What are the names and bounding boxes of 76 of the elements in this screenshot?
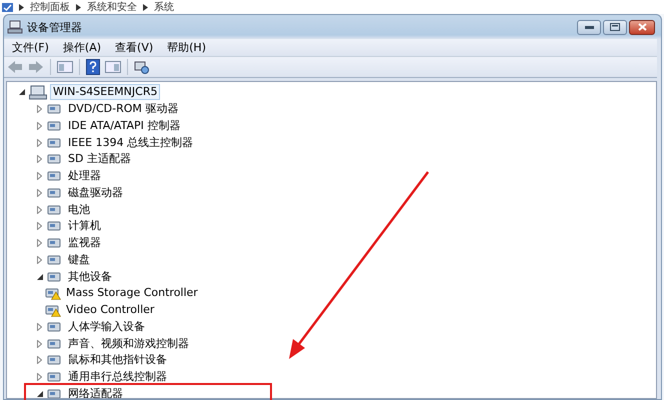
tree-item[interactable]: IEEE 1394 总线主控制器	[66, 136, 196, 150]
tree-item[interactable]: 声音、视频和游戏控制器	[66, 336, 191, 351]
device-icon	[47, 136, 63, 150]
menu-item[interactable]: 帮助(H)	[161, 40, 212, 55]
tree-item[interactable]: 磁盘驱动器	[66, 186, 125, 200]
device-icon	[47, 336, 63, 351]
expand-triangle-icon[interactable]	[37, 322, 42, 331]
tree-item[interactable]: WIN-S4SEEMNJCR5	[50, 84, 160, 100]
device-icon	[47, 386, 63, 398]
tree-item[interactable]: IDE ATA/ATAPI 控制器	[66, 118, 182, 133]
expand-triangle-icon[interactable]	[37, 138, 42, 147]
menu-item[interactable]: 文件(F)	[6, 40, 55, 55]
close-icon	[638, 23, 646, 31]
device-icon	[47, 320, 63, 334]
device-icon	[47, 219, 63, 234]
expand-triangle-icon[interactable]	[37, 222, 42, 230]
tree-item[interactable]: 监视器	[66, 236, 103, 250]
expand-triangle-icon[interactable]	[37, 105, 42, 114]
expand-triangle-icon[interactable]	[37, 155, 42, 164]
window-title: 设备管理器	[27, 20, 82, 34]
chevron-icon	[143, 4, 148, 10]
breadcrumb-link[interactable]: 系统	[154, 0, 174, 14]
device-icon	[47, 353, 63, 368]
device-icon	[47, 252, 63, 267]
tree-item[interactable]: 鼠标和其他指针设备	[66, 353, 169, 368]
tree-item[interactable]: 人体学输入设备	[66, 320, 147, 334]
breadcrumb-link[interactable]: 控制面板	[30, 0, 70, 14]
tree-item[interactable]: 处理器	[66, 169, 103, 184]
tree-item[interactable]: 通用串行总线控制器	[66, 370, 169, 384]
collapse-triangle-icon[interactable]	[18, 89, 24, 96]
expand-triangle-icon[interactable]	[37, 172, 42, 180]
device-icon	[47, 236, 63, 250]
device-manager-icon	[7, 20, 23, 34]
forward-button[interactable]	[27, 59, 45, 75]
device-icon	[47, 186, 63, 200]
device-icon	[47, 270, 63, 284]
expand-triangle-icon[interactable]	[37, 256, 42, 264]
computer-icon	[29, 84, 47, 100]
expand-triangle-icon[interactable]	[37, 206, 42, 214]
menu-item[interactable]: 操作(A)	[56, 40, 108, 55]
device-icon	[47, 118, 63, 133]
expand-triangle-icon[interactable]	[37, 340, 42, 348]
expand-triangle-icon[interactable]	[37, 122, 42, 130]
device-icon	[47, 102, 63, 116]
expand-triangle-icon[interactable]	[37, 188, 42, 197]
expand-triangle-icon[interactable]	[37, 356, 42, 364]
expand-triangle-icon[interactable]	[37, 373, 42, 382]
scan-hardware-button[interactable]	[133, 58, 151, 76]
breadcrumb-link[interactable]: 系统和安全	[87, 0, 137, 14]
chevron-icon	[19, 4, 24, 10]
help-button[interactable]	[85, 58, 101, 76]
tree-item[interactable]: SD 主适配器	[66, 152, 133, 166]
tree-item[interactable]: 其他设备	[66, 270, 114, 284]
minimize-button[interactable]	[577, 20, 601, 34]
device-icon	[47, 152, 63, 166]
back-button[interactable]	[6, 59, 24, 75]
device-icon	[47, 202, 63, 217]
maximize-button[interactable]	[603, 20, 627, 34]
maximize-icon	[610, 23, 620, 31]
device-icon	[47, 169, 63, 184]
tree-item[interactable]: 键盘	[66, 252, 92, 267]
minimize-icon	[584, 26, 594, 28]
chevron-icon	[76, 4, 81, 10]
tree-item[interactable]: 计算机	[66, 219, 103, 234]
device-icon	[47, 370, 63, 384]
menu-item[interactable]: 查看(V)	[109, 40, 160, 55]
tree-item[interactable]: Video Controller	[64, 303, 156, 318]
tree-item[interactable]: DVD/CD-ROM 驱动器	[66, 102, 180, 116]
expand-triangle-icon[interactable]	[37, 239, 42, 248]
tree-item[interactable]: 网络适配器	[66, 386, 125, 398]
close-button[interactable]	[629, 20, 655, 34]
tree-item[interactable]: Mass Storage Controller	[64, 286, 200, 300]
console-tree-button[interactable]	[56, 59, 74, 75]
collapse-triangle-icon[interactable]	[36, 274, 42, 280]
collapse-triangle-icon[interactable]	[36, 390, 42, 397]
tree-item[interactable]: 电池	[66, 202, 92, 217]
